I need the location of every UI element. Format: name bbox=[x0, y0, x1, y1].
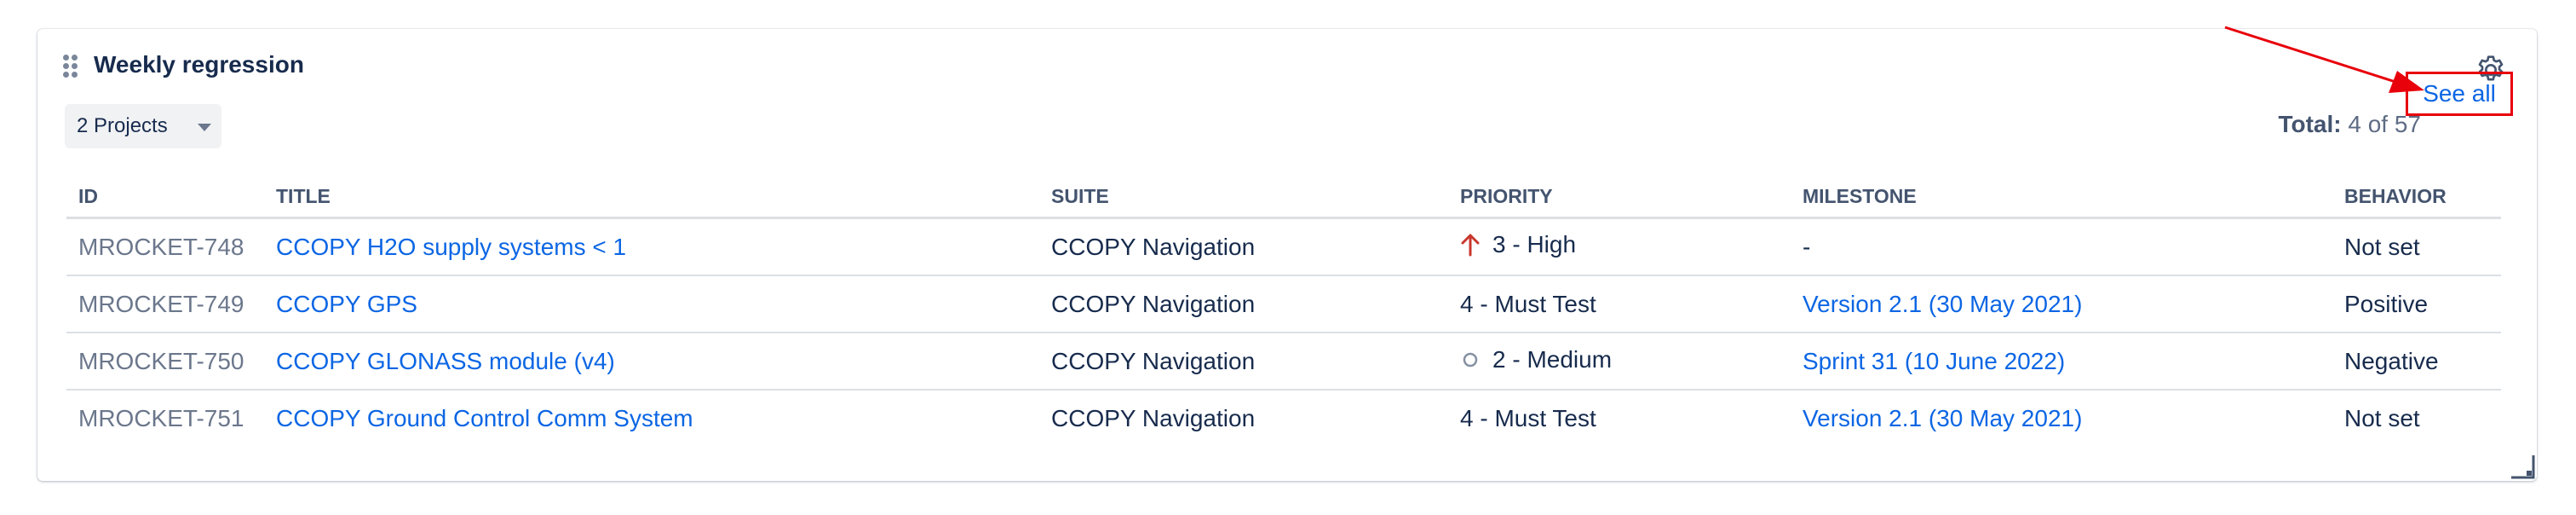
case-id: MROCKET-749 bbox=[66, 275, 264, 333]
widget-title: Weekly regression bbox=[94, 51, 304, 78]
case-priority-label: 4 - Must Test bbox=[1460, 404, 1596, 431]
case-milestone-link[interactable]: Version 2.1 (30 May 2021) bbox=[1803, 405, 2082, 431]
circle-icon bbox=[1463, 352, 1478, 367]
case-suite: CCOPY Navigation bbox=[1039, 217, 1448, 276]
case-behavior: Positive bbox=[2332, 275, 2501, 333]
case-priority-label: 2 - Medium bbox=[1492, 346, 1613, 373]
column-header-title[interactable]: TITLE bbox=[264, 176, 1039, 219]
case-behavior: Not set bbox=[2332, 217, 2501, 276]
case-behavior: Negative bbox=[2332, 333, 2501, 391]
table-row[interactable]: MROCKET-749 CCOPY GPS CCOPY Navigation 4… bbox=[66, 275, 2501, 333]
table-row[interactable]: MROCKET-750 CCOPY GLONASS module (v4) CC… bbox=[66, 333, 2501, 391]
weekly-regression-widget: Weekly regression 2 Projects Total: 4 of… bbox=[37, 29, 2537, 481]
case-milestone: - bbox=[1791, 217, 2332, 276]
column-header-milestone[interactable]: MILESTONE bbox=[1791, 176, 2332, 219]
arrow-up-icon bbox=[1461, 234, 1480, 257]
case-milestone-link[interactable]: Sprint 31 (10 June 2022) bbox=[1803, 348, 2065, 374]
table-row[interactable]: MROCKET-751 CCOPY Ground Control Comm Sy… bbox=[66, 390, 2501, 446]
table-row[interactable]: MROCKET-748 CCOPY H2O supply systems < 1… bbox=[66, 217, 2501, 276]
case-suite: CCOPY Navigation bbox=[1039, 333, 1448, 391]
case-priority-label: 3 - High bbox=[1492, 231, 1577, 258]
resize-handle-icon[interactable] bbox=[2503, 447, 2537, 481]
case-priority: 2 - Medium bbox=[1460, 346, 1612, 373]
case-priority-label: 4 - Must Test bbox=[1448, 275, 1791, 333]
table-header-row: ID TITLE SUITE PRIORITY MILESTONE BEHAVI… bbox=[66, 176, 2501, 219]
column-header-priority[interactable]: PRIORITY bbox=[1448, 176, 1791, 219]
case-suite: CCOPY Navigation bbox=[1051, 404, 1256, 431]
case-title-link[interactable]: CCOPY GLONASS module (v4) bbox=[276, 348, 615, 374]
see-all-link[interactable]: See all bbox=[2406, 72, 2513, 116]
case-behavior: Not set bbox=[2344, 404, 2420, 431]
case-milestone-link[interactable]: Version 2.1 (30 May 2021) bbox=[1803, 291, 2082, 317]
chevron-down-icon bbox=[198, 124, 211, 131]
case-suite: CCOPY Navigation bbox=[1039, 275, 1448, 333]
case-title-link[interactable]: CCOPY H2O supply systems < 1 bbox=[276, 234, 626, 260]
total-count: Total: 4 of 57 bbox=[2278, 111, 2421, 138]
column-header-behavior[interactable]: BEHAVIOR bbox=[2332, 176, 2501, 219]
column-header-id[interactable]: ID bbox=[66, 176, 264, 219]
case-title-link[interactable]: CCOPY GPS bbox=[276, 291, 417, 317]
case-title-link[interactable]: CCOPY Ground Control Comm System bbox=[276, 405, 693, 431]
case-id: MROCKET-751 bbox=[78, 404, 244, 431]
test-cases-table: ID TITLE SUITE PRIORITY MILESTONE BEHAVI… bbox=[66, 176, 2501, 446]
total-label: Total: bbox=[2278, 111, 2342, 137]
column-header-suite[interactable]: SUITE bbox=[1039, 176, 1448, 219]
projects-dropdown[interactable]: 2 Projects bbox=[65, 104, 221, 148]
case-id: MROCKET-750 bbox=[66, 333, 264, 391]
case-priority: 3 - High bbox=[1460, 231, 1576, 258]
projects-dropdown-label: 2 Projects bbox=[77, 114, 168, 137]
case-id: MROCKET-748 bbox=[66, 217, 264, 276]
drag-handle-icon[interactable] bbox=[63, 55, 82, 78]
